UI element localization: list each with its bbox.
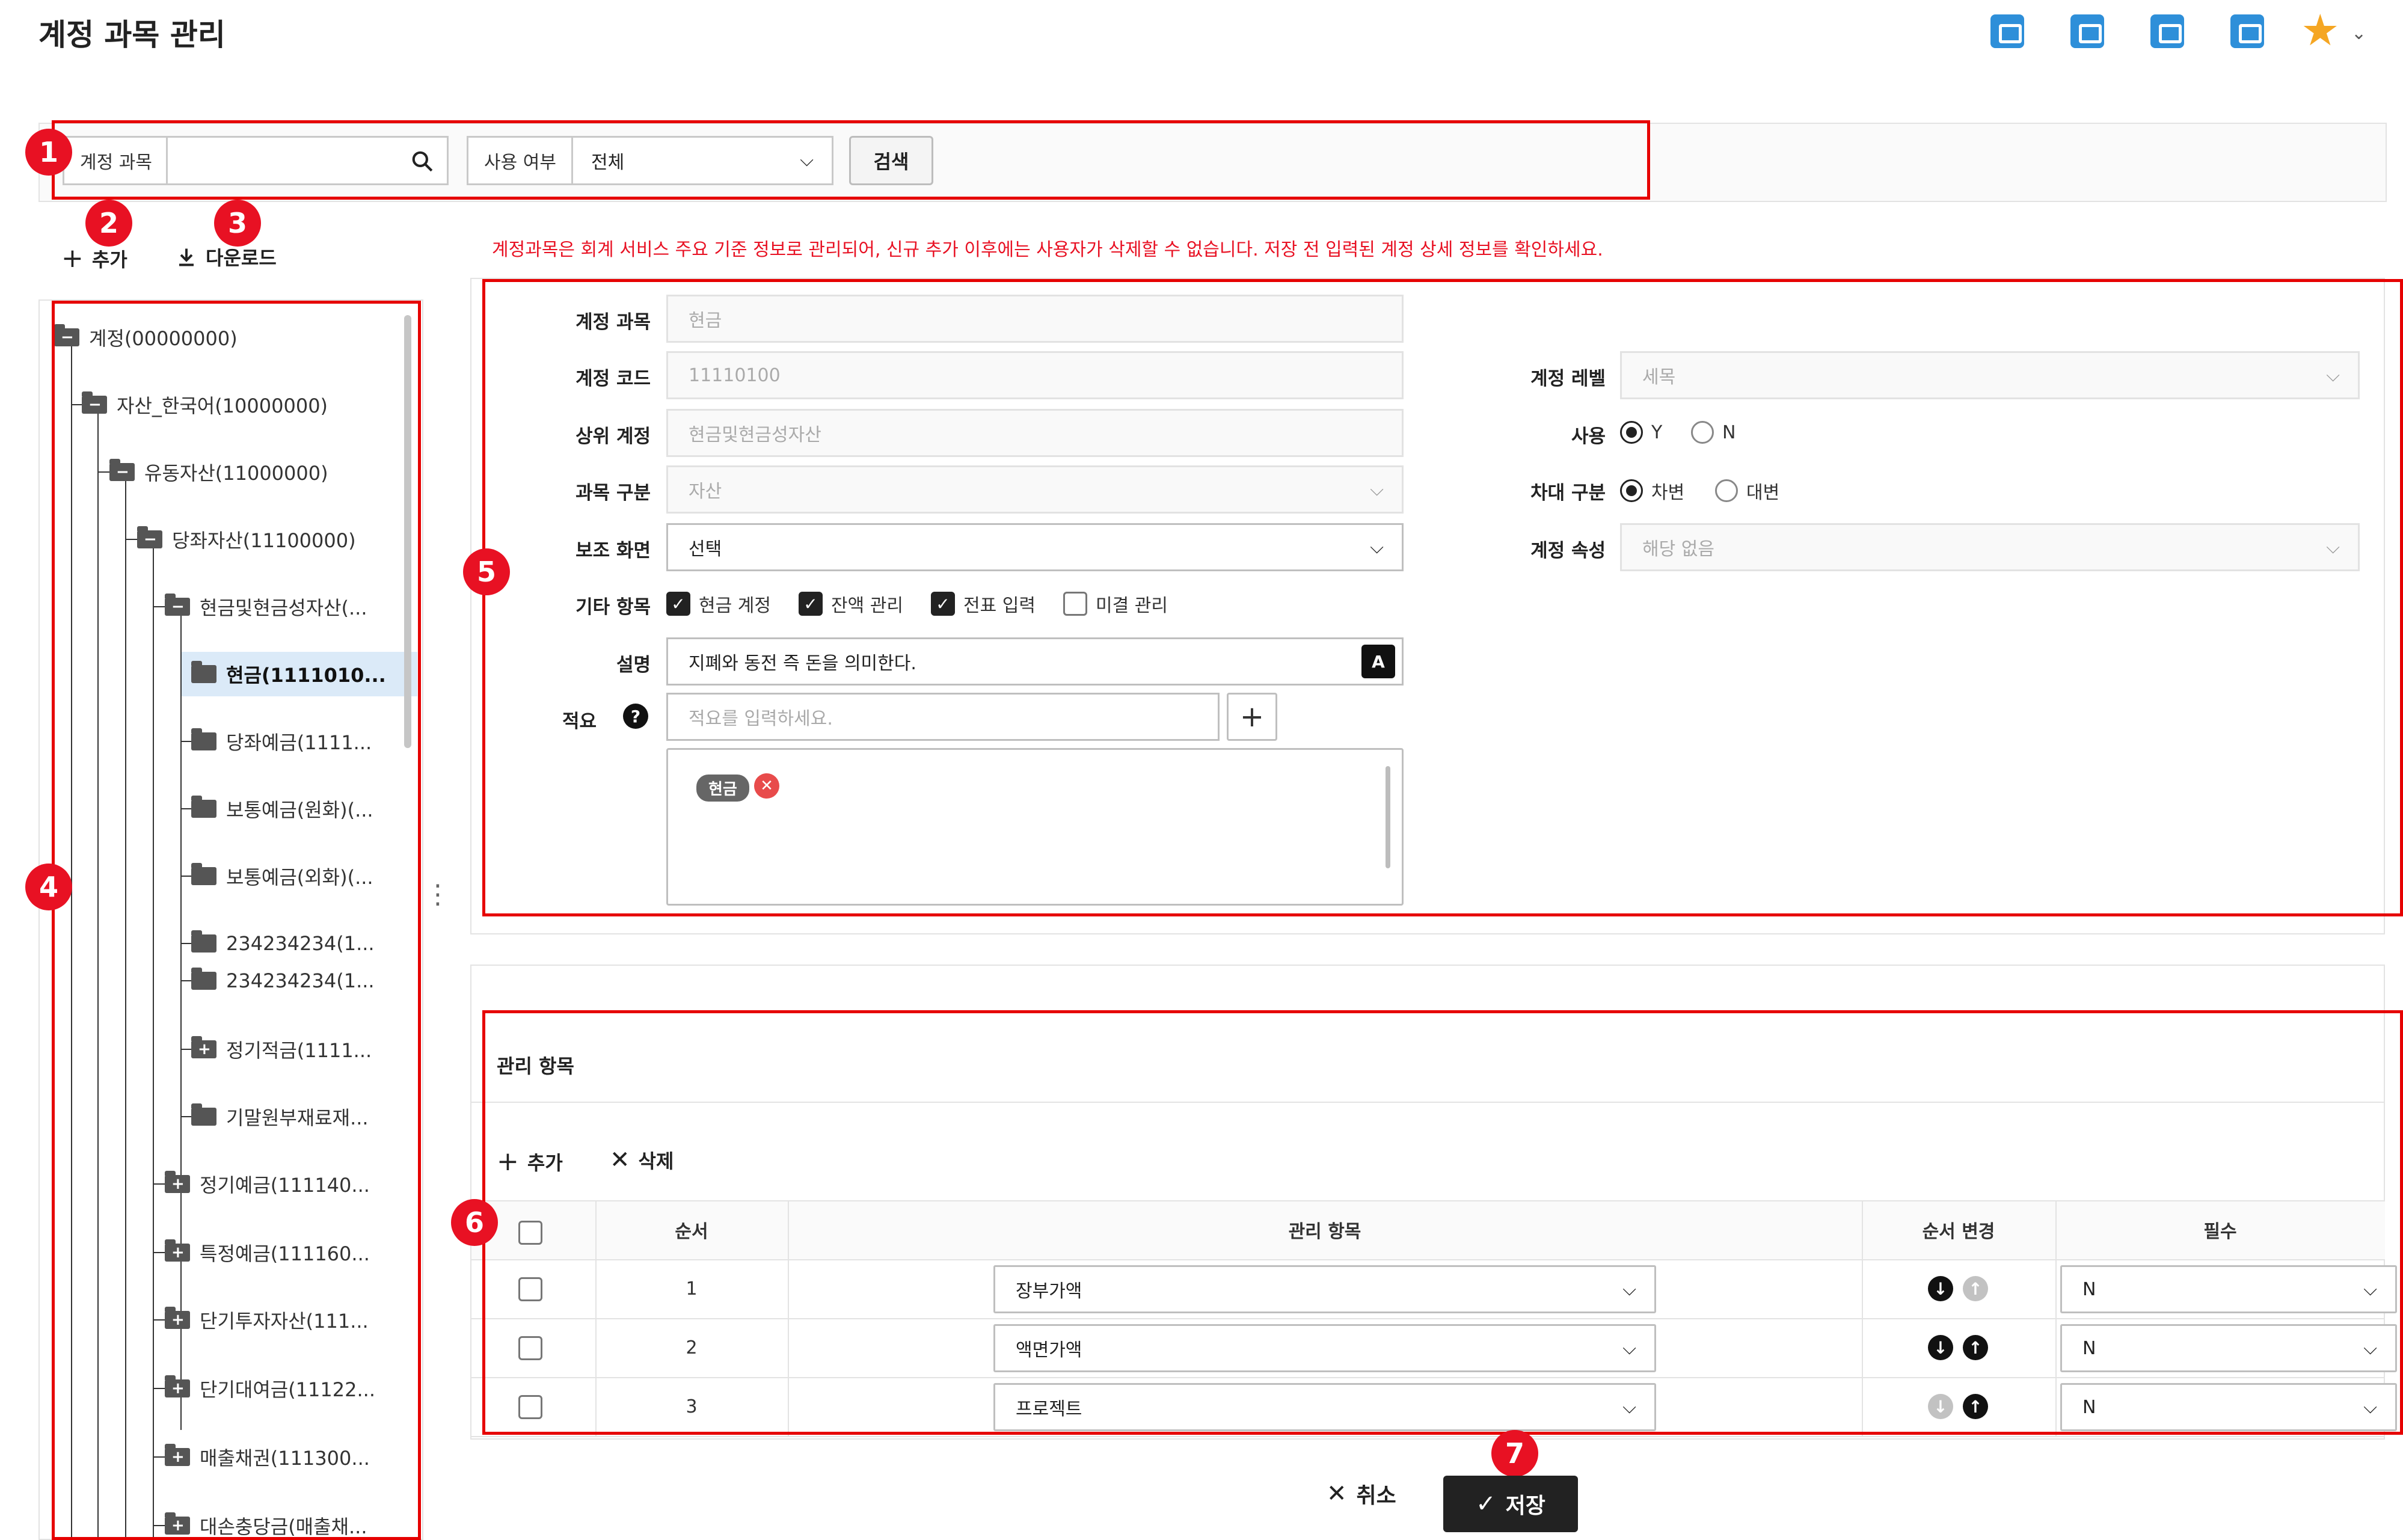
star-icon[interactable]: ★	[2301, 8, 2340, 52]
user-badge-icon[interactable]	[1990, 14, 2024, 48]
chevron-down-icon[interactable]: ⌄	[2351, 23, 2366, 44]
add-account-button[interactable]: + 추가	[61, 243, 127, 274]
annotation-badge-6: 6	[451, 1199, 498, 1246]
annotation-box-6	[482, 1010, 2403, 1435]
annotation-badge-2: 2	[85, 200, 132, 247]
annotation-badge-5: 5	[463, 548, 510, 595]
annotation-badge-3: 3	[214, 200, 261, 247]
annotation-badge-7: 7	[1491, 1430, 1538, 1477]
announcement-icon[interactable]	[2150, 14, 2184, 48]
cancel-button[interactable]: ✕ 취소	[1327, 1478, 1396, 1509]
save-button[interactable]: ✓ 저장	[1443, 1476, 1578, 1532]
document-list-icon[interactable]	[2230, 14, 2264, 48]
close-icon: ✕	[1327, 1480, 1347, 1508]
add-account-label: 추가	[91, 248, 127, 271]
annotation-box-1	[52, 120, 1650, 200]
page-title: 계정 과목 관리	[38, 17, 226, 52]
annotation-box-5	[482, 279, 2403, 916]
plus-icon: +	[61, 243, 84, 274]
annotation-box-4	[52, 301, 421, 1540]
check-icon: ✓	[1476, 1490, 1496, 1518]
calendar-icon[interactable]	[2070, 14, 2104, 48]
download-label: 다운로드	[206, 247, 277, 269]
annotation-badge-1: 1	[25, 129, 72, 176]
annotation-badge-4: 4	[25, 864, 72, 910]
notice-message: 계정과목은 회계 서비스 주요 기준 정보로 관리되어, 신규 추가 이후에는 …	[492, 239, 1603, 260]
download-icon	[179, 248, 194, 266]
panel-resize-handle[interactable]: ⋮	[425, 879, 451, 910]
download-button[interactable]: 다운로드	[176, 243, 277, 271]
